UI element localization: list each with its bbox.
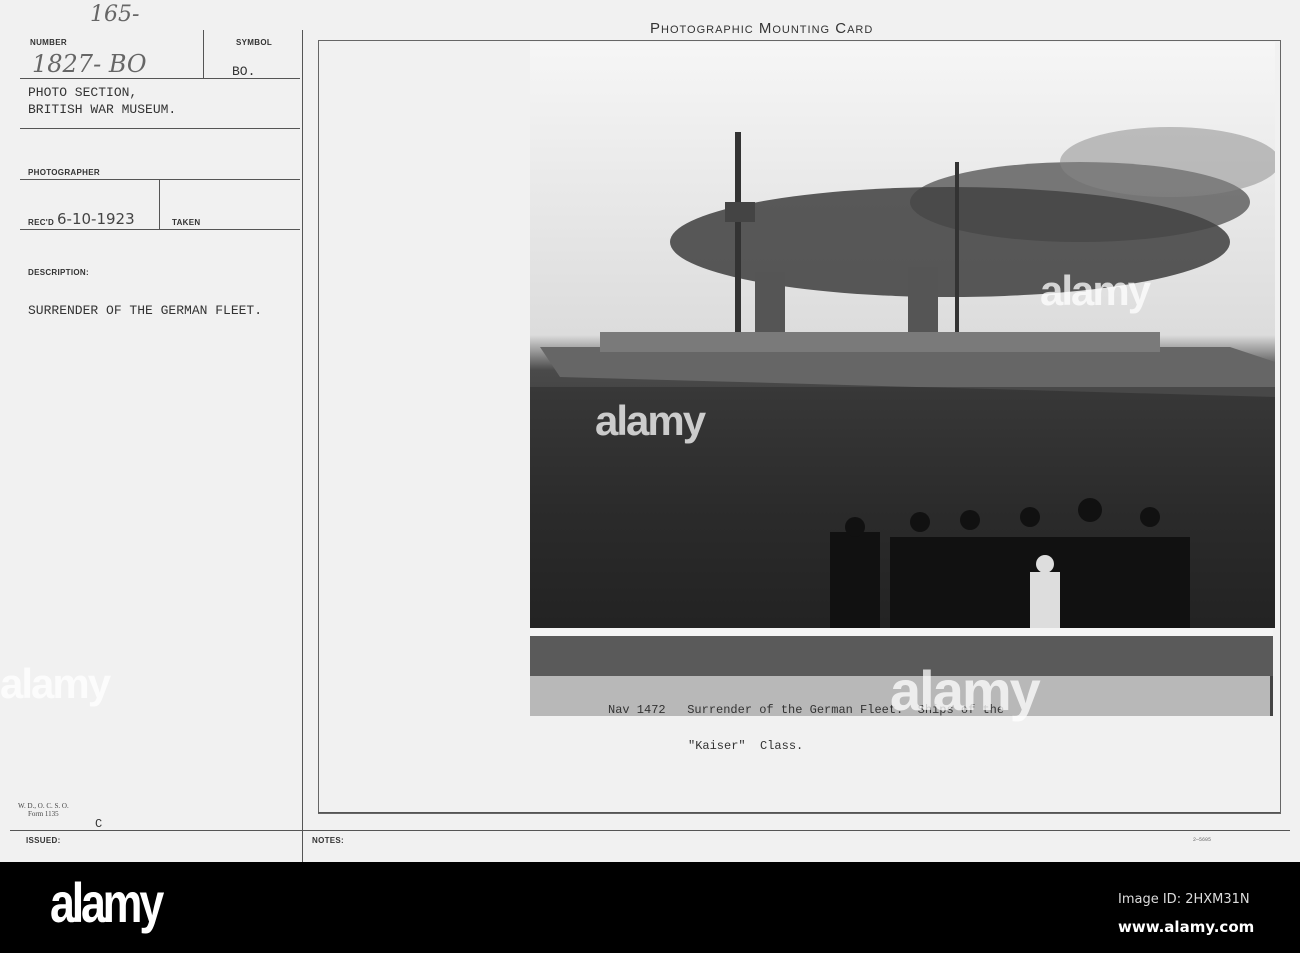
divider xyxy=(20,229,300,230)
divider xyxy=(203,30,204,78)
form-line-1: W. D., O. C. S. O. xyxy=(18,802,69,810)
alamy-logo: alamy xyxy=(50,871,164,934)
source-line-2: BRITISH WAR MUSEUM. xyxy=(28,102,177,117)
photographer-label: PHOTOGRAPHER xyxy=(28,168,100,177)
card-title: Photographic Mounting Card xyxy=(650,20,874,37)
stock-footer: alamy Image ID: 2HXM31N www.alamy.com xyxy=(0,862,1300,953)
divider xyxy=(318,812,1280,813)
issued-mark: C xyxy=(95,817,103,831)
number-label: NUMBER xyxy=(30,38,67,47)
recd-value: 6-10-1923 xyxy=(57,210,135,228)
taken-label: TAKEN xyxy=(172,218,201,227)
watermark: alamy xyxy=(890,659,1041,722)
photograph: alamy alamy xyxy=(530,42,1275,628)
mounting-card: Photographic Mounting Card 165- NUMBER 1… xyxy=(0,0,1300,862)
divider xyxy=(20,78,300,79)
divider xyxy=(20,128,300,129)
battleship-photo xyxy=(530,127,1275,628)
recd-label: REC'D xyxy=(28,218,55,227)
site-link[interactable]: www.alamy.com xyxy=(1118,918,1254,936)
watermark: alamy xyxy=(1040,267,1151,314)
divider xyxy=(302,30,303,862)
image-id: Image ID: 2HXM31N xyxy=(1118,892,1250,907)
symbol-label: SYMBOL xyxy=(236,38,273,47)
print-code: 2—5605 xyxy=(1193,837,1212,843)
watermark: alamy xyxy=(0,660,111,707)
photo-caption-strip: Nav 1472 Surrender of the German Fleet. … xyxy=(530,628,1273,752)
source-line-1: PHOTO SECTION, xyxy=(28,85,138,100)
divider xyxy=(10,830,1290,831)
description-label: DESCRIPTION: xyxy=(28,268,89,277)
description-value: SURRENDER OF THE GERMAN FLEET. xyxy=(28,303,263,318)
symbol-value: BO. xyxy=(232,64,256,79)
watermark: alamy xyxy=(595,397,706,444)
number-value: 1827- BO xyxy=(32,50,147,78)
notes-label: NOTES: xyxy=(312,836,345,845)
source: PHOTO SECTION, BRITISH WAR MUSEUM. xyxy=(28,84,176,118)
form-line-2: Form 1135 xyxy=(28,810,59,818)
form-number: W. D., O. C. S. O. Form 1135 xyxy=(18,802,69,818)
divider xyxy=(20,179,300,180)
page-mark: 165- xyxy=(90,2,140,27)
caption-line-2: "Kaiser" Class. xyxy=(688,739,804,753)
divider xyxy=(159,179,160,229)
issued-label: ISSUED: xyxy=(26,836,61,845)
